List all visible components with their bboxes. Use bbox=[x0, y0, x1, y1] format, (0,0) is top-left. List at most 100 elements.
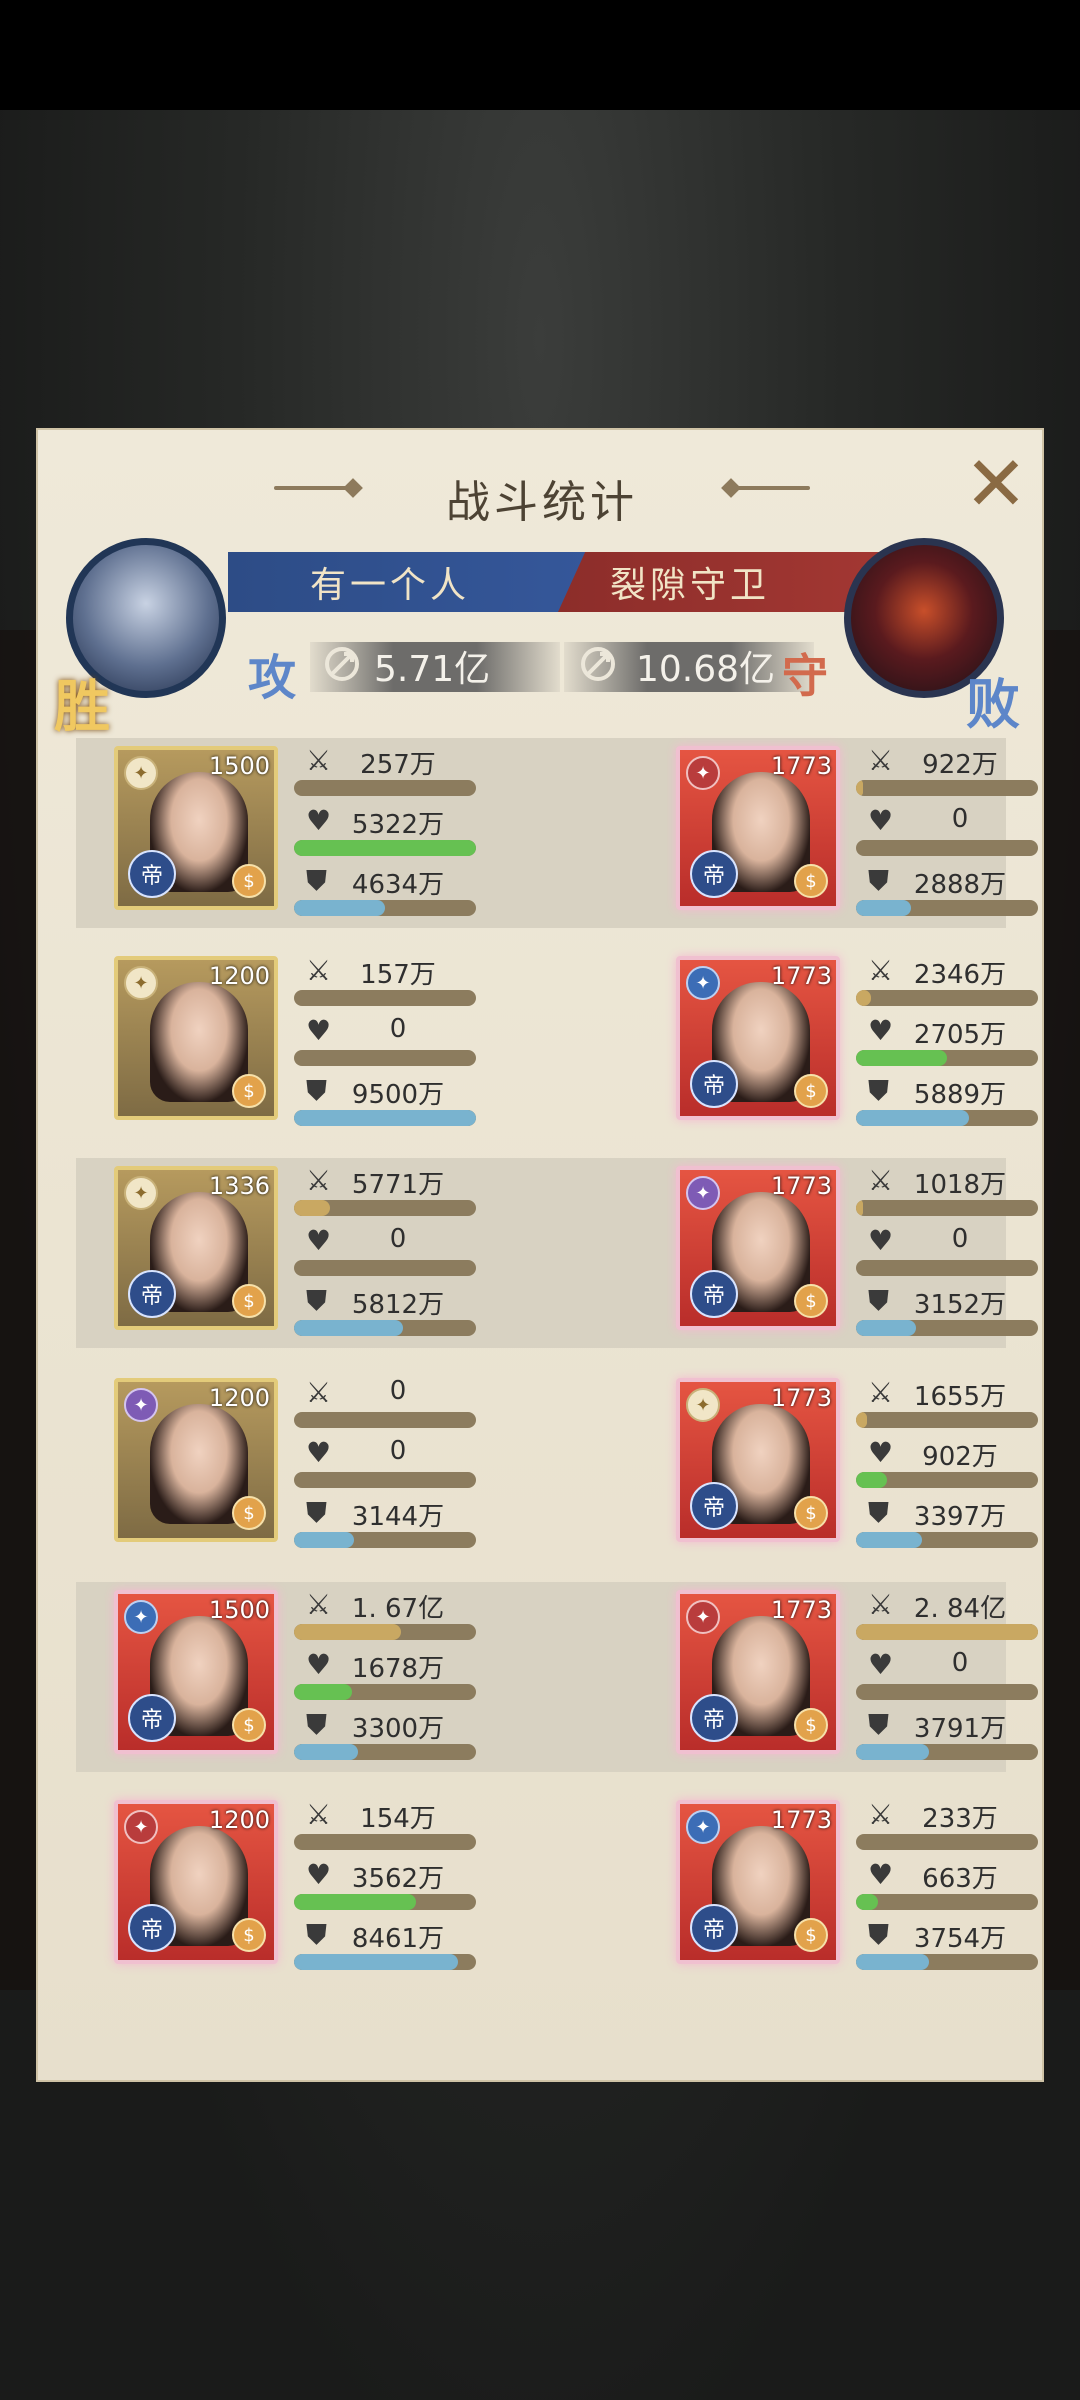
right-hero-portrait[interactable]: ✦ 1773 帝 $ bbox=[676, 746, 840, 910]
hp-stat: ♥ 0 bbox=[856, 1646, 1046, 1704]
hero-level: 1773 bbox=[770, 962, 832, 990]
element-icon: ✦ bbox=[686, 1810, 720, 1844]
hero-level: 1336 bbox=[208, 1172, 270, 1200]
currency-icon: $ bbox=[794, 1918, 828, 1952]
def-stat: ⛊ 5812万 bbox=[294, 1282, 484, 1340]
atk-bar-fill bbox=[294, 1200, 331, 1216]
element-icon: ✦ bbox=[686, 756, 720, 790]
def-value: 3754万 bbox=[913, 1924, 1007, 1954]
hp-bar bbox=[856, 1050, 1038, 1066]
emperor-rank-icon: 帝 bbox=[128, 850, 176, 898]
sword-icon: ⚔ bbox=[306, 954, 332, 987]
atk-value: 154万 bbox=[360, 1804, 436, 1834]
shield-icon: ⛊ bbox=[306, 1496, 328, 1529]
right-hero-portrait[interactable]: ✦ 1773 帝 $ bbox=[676, 956, 840, 1120]
defeat-badge: 败 bbox=[966, 672, 1020, 736]
hp-stat: ♥ 5322万 bbox=[294, 802, 484, 860]
emperor-rank-icon: 帝 bbox=[690, 850, 738, 898]
right-team-name: 裂隙守卫 bbox=[610, 565, 771, 606]
sword-icon: ⚔ bbox=[868, 954, 894, 987]
hero-level: 1773 bbox=[770, 1384, 832, 1412]
panel-title: 战斗统计 bbox=[446, 477, 638, 528]
emperor-rank-icon: 帝 bbox=[690, 1904, 738, 1952]
atk-value: 2346万 bbox=[913, 960, 1007, 990]
atk-stat: ⚔ 2. 84亿 bbox=[856, 1586, 1046, 1644]
atk-bar bbox=[856, 1200, 1038, 1216]
hp-bar-fill bbox=[294, 1894, 416, 1910]
left-hero-portrait[interactable]: ✦ 1336 帝 $ bbox=[114, 1166, 278, 1330]
left-hero-portrait[interactable]: ✦ 1200 $ bbox=[114, 1378, 278, 1542]
heart-icon: ♥ bbox=[306, 1224, 332, 1257]
hp-bar-fill bbox=[294, 1684, 353, 1700]
atk-value: 922万 bbox=[922, 750, 998, 780]
def-stat: ⛊ 3144万 bbox=[294, 1494, 484, 1552]
atk-bar bbox=[294, 1624, 476, 1640]
def-value: 5812万 bbox=[351, 1290, 445, 1320]
hp-stat: ♥ 663万 bbox=[856, 1856, 1046, 1914]
left-hero-stats: ⚔ 154万 ♥ 3562万 ⛊ 8461万 bbox=[294, 1796, 484, 1976]
hp-stat: ♥ 1678万 bbox=[294, 1646, 484, 1704]
def-bar-fill bbox=[294, 1320, 404, 1336]
def-bar bbox=[294, 1320, 476, 1336]
def-stat: ⛊ 4634万 bbox=[294, 862, 484, 920]
def-stat: ⛊ 8461万 bbox=[294, 1916, 484, 1974]
currency-icon: $ bbox=[794, 1708, 828, 1742]
def-value: 9500万 bbox=[351, 1080, 445, 1110]
def-bar bbox=[856, 900, 1038, 916]
shield-icon: ⛊ bbox=[306, 1284, 328, 1317]
atk-stat: ⚔ 1655万 bbox=[856, 1374, 1046, 1432]
hero-row: ✦ 1500 帝 $ ⚔ 257万 ♥ 5322万 ⛊ 4634万 ✦ 1773 帝 $ ⚔ 922万 ♥ 0 ⛊ 2… bbox=[76, 738, 1038, 928]
currency-icon: $ bbox=[232, 1496, 266, 1530]
power-icon bbox=[325, 647, 359, 681]
heart-icon: ♥ bbox=[868, 1858, 894, 1891]
atk-bar-fill bbox=[294, 1624, 402, 1640]
atk-stat: ⚔ 157万 bbox=[294, 952, 484, 1010]
right-hero-portrait[interactable]: ✦ 1773 帝 $ bbox=[676, 1166, 840, 1330]
left-hero-portrait[interactable]: ✦ 1200 帝 $ bbox=[114, 1800, 278, 1964]
hero-level: 1773 bbox=[770, 1596, 832, 1624]
hp-bar bbox=[856, 1684, 1038, 1700]
right-hero-portrait[interactable]: ✦ 1773 帝 $ bbox=[676, 1590, 840, 1754]
left-hero-stats: ⚔ 0 ♥ 0 ⛊ 3144万 bbox=[294, 1374, 484, 1554]
atk-bar bbox=[294, 1834, 476, 1850]
battle-stats-panel: 战斗统计 ✕ 有一个人 裂隙守卫 5.71亿 10.68亿 胜 攻 守 败 ✦ 1… bbox=[36, 428, 1044, 2082]
hp-value: 1678万 bbox=[351, 1654, 445, 1684]
emperor-rank-icon: 帝 bbox=[128, 1904, 176, 1952]
hero-level: 1773 bbox=[770, 752, 832, 780]
hp-stat: ♥ 0 bbox=[856, 1222, 1046, 1280]
element-icon: ✦ bbox=[124, 1810, 158, 1844]
heart-icon: ♥ bbox=[868, 1648, 894, 1681]
left-hero-portrait[interactable]: ✦ 1500 帝 $ bbox=[114, 1590, 278, 1754]
left-hero-portrait[interactable]: ✦ 1200 $ bbox=[114, 956, 278, 1120]
close-button[interactable]: ✕ bbox=[960, 446, 1032, 522]
atk-stat: ⚔ 1018万 bbox=[856, 1162, 1046, 1220]
hero-row: ✦ 1336 帝 $ ⚔ 5771万 ♥ 0 ⛊ 5812万 ✦ 1773 帝 $ ⚔ 1018万 ♥ 0 ⛊ 315… bbox=[76, 1158, 1038, 1348]
hp-bar bbox=[294, 1684, 476, 1700]
element-icon: ✦ bbox=[124, 1388, 158, 1422]
currency-icon: $ bbox=[232, 864, 266, 898]
def-bar-fill bbox=[856, 1532, 922, 1548]
def-bar bbox=[294, 1110, 476, 1126]
def-value: 2888万 bbox=[913, 870, 1007, 900]
def-bar-fill bbox=[856, 1954, 929, 1970]
heart-icon: ♥ bbox=[868, 1014, 894, 1047]
def-bar-fill bbox=[294, 900, 385, 916]
shield-icon: ⛊ bbox=[868, 864, 890, 897]
hp-value: 0 bbox=[389, 1436, 407, 1466]
left-hero-portrait[interactable]: ✦ 1500 帝 $ bbox=[114, 746, 278, 910]
victory-badge: 胜 bbox=[54, 674, 110, 740]
hp-bar bbox=[856, 1894, 1038, 1910]
hp-stat: ♥ 0 bbox=[294, 1012, 484, 1070]
sword-icon: ⚔ bbox=[306, 1164, 332, 1197]
right-hero-portrait[interactable]: ✦ 1773 帝 $ bbox=[676, 1378, 840, 1542]
element-icon: ✦ bbox=[686, 1176, 720, 1210]
right-hero-portrait[interactable]: ✦ 1773 帝 $ bbox=[676, 1800, 840, 1964]
hp-bar-fill bbox=[294, 840, 476, 856]
def-bar-fill bbox=[294, 1110, 476, 1126]
right-hero-stats: ⚔ 1018万 ♥ 0 ⛊ 3152万 bbox=[856, 1162, 1046, 1342]
def-bar bbox=[856, 1110, 1038, 1126]
hp-bar bbox=[294, 1050, 476, 1066]
defender-badge: 守 bbox=[782, 649, 828, 703]
hp-value: 0 bbox=[951, 804, 969, 834]
def-bar bbox=[856, 1320, 1038, 1336]
